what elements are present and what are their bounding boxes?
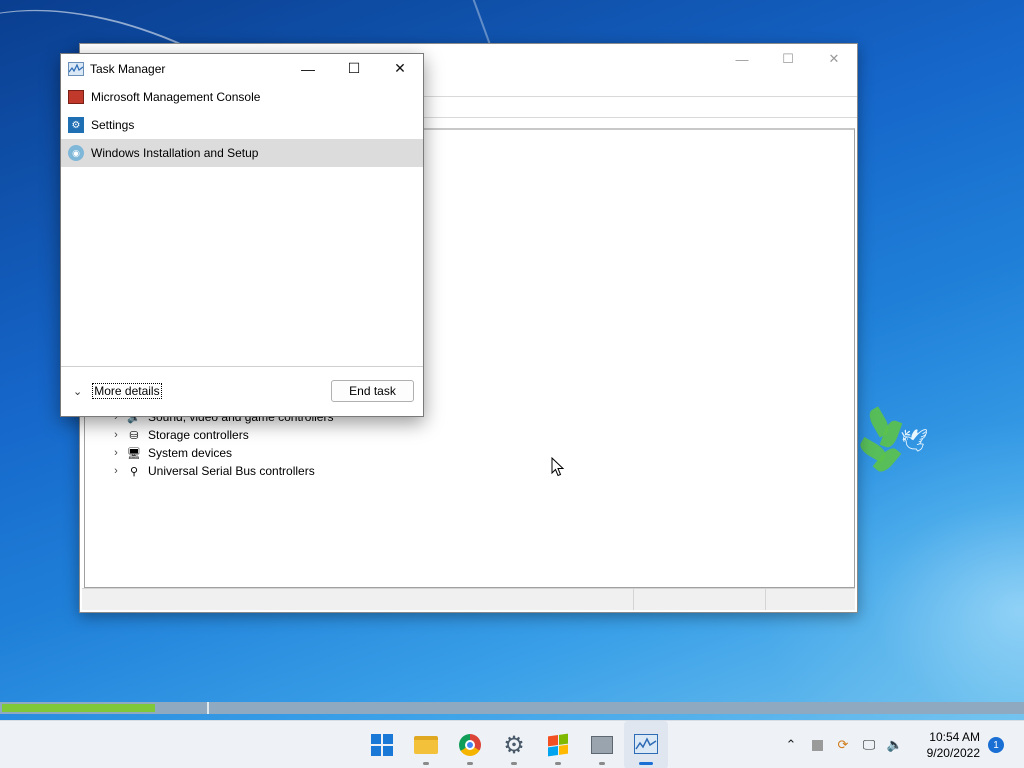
task-manager-icon [634,733,658,757]
clock-date: 9/20/2022 [926,746,980,760]
usb-icon: ⚲ [129,465,139,478]
close-button[interactable]: ✕ [811,44,857,74]
folder-icon [414,736,438,754]
chevron-right-icon[interactable]: › [106,447,126,459]
system-device-icon: 🖥 [127,447,141,460]
tree-item-label: Storage controllers [148,428,249,442]
windows-setup-taskbar-button[interactable] [536,721,580,768]
task-manager-footer: ⌄ More details End task [61,366,423,416]
bird-icon: 🕊 [900,428,928,453]
mmc-icon [68,89,84,105]
process-list: Microsoft Management Console ⚙ Settings ◉ Wi… [61,83,423,167]
maximize-icon: ☐ [782,51,794,66]
running-indicator [511,762,517,765]
running-indicator [423,762,429,765]
volume-icon[interactable]: 🔈 [883,733,907,757]
clock[interactable]: 10:54 AM 9/20/2022 [914,729,980,761]
progress-fill [2,704,155,712]
chevron-up-icon[interactable]: ⌃ [779,733,803,757]
notification-badge[interactable]: 1 [988,737,1004,753]
tree-item[interactable]: › ⛁ Storage controllers [106,426,333,444]
maximize-icon: ☐ [347,60,361,76]
mouse-cursor-icon [551,457,565,477]
window-title: Task Manager [90,61,166,76]
chevron-right-icon[interactable]: › [106,429,126,441]
process-row[interactable]: Microsoft Management Console [61,83,423,111]
running-indicator [599,762,605,765]
chrome-icon [459,734,481,756]
maximize-button[interactable]: ☐ [765,44,811,74]
task-manager-taskbar-button[interactable] [624,721,668,768]
tree-item-label: System devices [148,446,233,460]
end-task-button[interactable]: End task [331,380,414,402]
windows-setup-icon: ◉ [68,145,84,161]
chrome-taskbar-button[interactable] [448,721,492,768]
sync-icon[interactable]: ⟳ [831,733,855,757]
chevron-right-icon[interactable]: › [106,465,126,477]
file-explorer-taskbar-button[interactable] [404,721,448,768]
setup-progress-bar [0,702,1024,714]
system-tray: ⌃ ⟳ 🖵 🔈 10:54 AM 9/20/2022 1 [778,721,1024,768]
tree-item[interactable]: › 🖥 System devices [106,444,333,462]
network-icon[interactable]: 🖵 [857,733,881,757]
status-bar [82,588,855,610]
device-manager-icon [591,736,613,754]
status-bar-section [82,589,634,610]
status-bar-section [766,589,855,610]
taskbar-apps: ⚙ [360,721,668,768]
gear-icon: ⚙ [503,731,525,759]
process-name: Windows Installation and Setup [91,146,259,160]
maximize-button[interactable]: ☐ [331,54,377,83]
close-button[interactable]: ✕ [377,54,423,83]
process-name: Microsoft Management Console [91,90,261,104]
window-caption-buttons: — ☐ ✕ [285,54,423,83]
windows-logo-icon [371,734,393,756]
taskbar: ⚙ ⌃ ⟳ 🖵 🔈 10:54 AM 9/20/2022 1 [0,720,1024,768]
minimize-button[interactable]: — [285,54,331,83]
windows-flag-icon [548,733,568,757]
minimize-icon: — [301,60,315,77]
close-icon: ✕ [394,60,406,76]
more-details-label: More details [92,383,162,399]
storage-controller-icon: ⛁ [129,429,139,442]
process-name: Settings [91,118,135,132]
running-indicator [639,762,653,765]
process-row[interactable]: ⚙ Settings [61,111,423,139]
window-caption-buttons: — ☐ ✕ [719,44,857,74]
clock-time: 10:54 AM [929,730,980,744]
minimize-icon: — [735,51,749,67]
more-details-button[interactable]: ⌄ More details [73,383,162,399]
chevron-down-icon: ⌄ [73,385,83,398]
settings-taskbar-button[interactable]: ⚙ [492,721,536,768]
stop-icon[interactable] [805,733,829,757]
progress-divider [207,702,209,714]
minimize-button[interactable]: — [719,44,765,74]
status-bar-section [634,589,766,610]
tree-item-label: Universal Serial Bus controllers [148,464,315,478]
running-indicator [555,762,561,765]
task-manager-icon [68,61,84,76]
process-row[interactable]: ◉ Windows Installation and Setup [61,139,423,167]
title-bar[interactable]: Task Manager — ☐ ✕ [61,54,423,83]
device-manager-taskbar-button[interactable] [580,721,624,768]
close-icon: ✕ [828,51,840,66]
task-manager-window[interactable]: Task Manager — ☐ ✕ Microsoft Management … [60,53,424,417]
settings-app-icon: ⚙ [68,117,84,133]
tree-item[interactable]: › ⚲ Universal Serial Bus controllers [106,462,333,480]
start-button-taskbar-button[interactable] [360,721,404,768]
running-indicator [467,762,473,765]
